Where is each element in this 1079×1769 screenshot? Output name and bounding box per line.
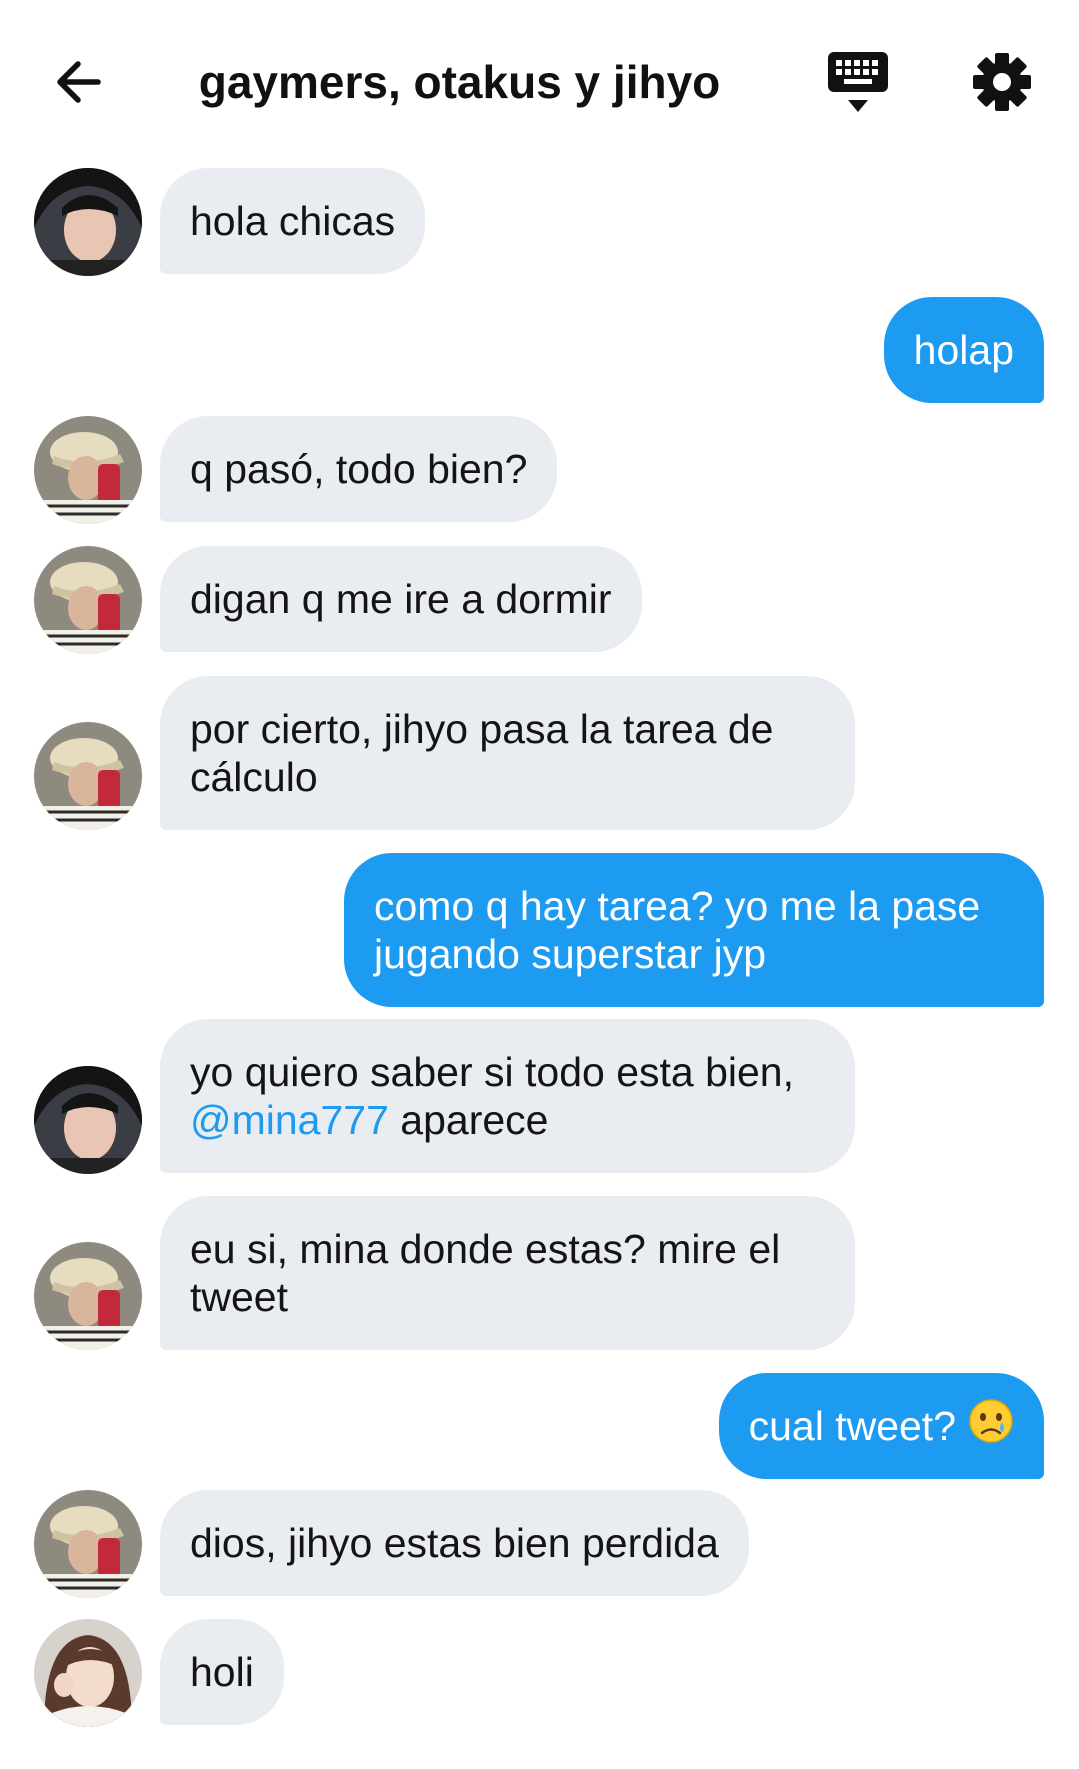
- message-text: como q hay tarea? yo me la pase jugando …: [374, 882, 980, 978]
- message-bubble[interactable]: q pasó, todo bien?: [160, 416, 558, 522]
- message-line: como q hay tarea? yo me la pase: [374, 883, 981, 929]
- crying-face-emoji: [968, 1398, 1014, 1454]
- message-bubble[interactable]: eu si, mina donde estas? mire el tweet: [160, 1196, 855, 1350]
- message-text: holi: [190, 1649, 254, 1695]
- user-mention-link[interactable]: @mina777: [190, 1097, 389, 1143]
- message-line: eu si, mina donde estas? mire el: [190, 1226, 781, 1272]
- message-text: hola chicas: [190, 198, 396, 244]
- back-arrow-icon[interactable]: [52, 52, 112, 112]
- message-bubble[interactable]: dios, jihyo estas bien perdida: [160, 1490, 749, 1596]
- keyboard-icon[interactable]: [826, 50, 890, 116]
- message-text: por cierto, jihyo pasa la tarea de cálcu…: [190, 705, 773, 801]
- message-text: digan q me ire a dormir: [190, 576, 612, 622]
- message-line: tweet: [190, 1274, 288, 1320]
- avatar[interactable]: [34, 722, 142, 830]
- message-bubble[interactable]: holi: [160, 1619, 284, 1725]
- chat-header: gaymers, otakus y jihyo: [0, 0, 1079, 165]
- message-bubble[interactable]: holap: [883, 297, 1044, 403]
- message-bubble[interactable]: como q hay tarea? yo me la pase jugando …: [344, 853, 1044, 1007]
- avatar[interactable]: [34, 416, 142, 524]
- message-line: jugando superstar jyp: [374, 931, 767, 977]
- message-text: dios, jihyo estas bien perdida: [190, 1520, 719, 1566]
- message-text: eu si, mina donde estas? mire el tweet: [190, 1225, 780, 1321]
- message-text: yo quiero saber si todo esta bien, @mina…: [190, 1048, 794, 1144]
- message-bubble[interactable]: digan q me ire a dormir: [160, 546, 642, 652]
- message-text: holap: [913, 327, 1014, 373]
- avatar[interactable]: [34, 1242, 142, 1350]
- avatar[interactable]: [34, 1619, 142, 1727]
- avatar[interactable]: [34, 1490, 142, 1598]
- avatar[interactable]: [34, 546, 142, 654]
- message-bubble[interactable]: por cierto, jihyo pasa la tarea de cálcu…: [160, 676, 855, 830]
- message-text: q pasó, todo bien?: [190, 446, 528, 492]
- conversation-title[interactable]: gaymers, otakus y jihyo: [140, 50, 779, 114]
- message-bubble[interactable]: cual tweet?: [718, 1373, 1044, 1479]
- message-bubble[interactable]: yo quiero saber si todo esta bien, @mina…: [160, 1019, 855, 1173]
- avatar[interactable]: [34, 1066, 142, 1174]
- message-line: cálculo: [190, 754, 318, 800]
- avatar[interactable]: [34, 168, 142, 276]
- message-line: yo quiero saber si todo esta bien,: [190, 1049, 794, 1095]
- message-bubble[interactable]: hola chicas: [160, 168, 426, 274]
- message-line: por cierto, jihyo pasa la tarea de: [190, 706, 774, 752]
- gear-icon[interactable]: [970, 50, 1034, 114]
- message-line: @mina777 aparece: [190, 1096, 794, 1144]
- message-line-rest: aparece: [388, 1097, 549, 1143]
- message-text: cual tweet?: [748, 1403, 956, 1449]
